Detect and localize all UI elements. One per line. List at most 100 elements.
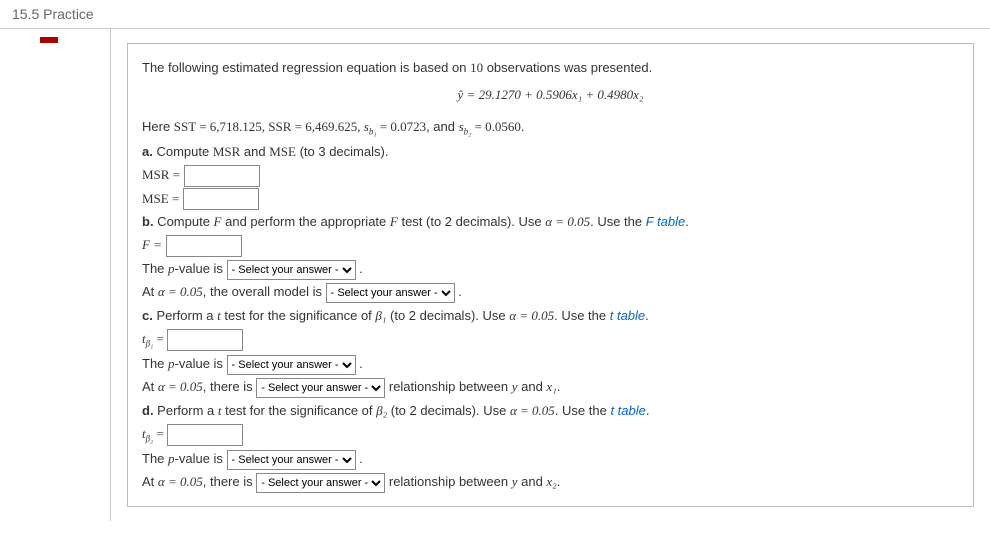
mse-input[interactable] xyxy=(183,188,259,210)
beta2-symbol: β₂ xyxy=(376,403,387,418)
mse-label: MSE = xyxy=(142,191,179,206)
b-conclusion-row: At α = 0.05, the overall model is - Sele… xyxy=(142,280,959,303)
text: Perform a xyxy=(153,308,217,323)
ssr-label: SSR = xyxy=(268,119,305,134)
tab-indicator-icon xyxy=(40,37,58,43)
text: relationship between xyxy=(389,474,512,489)
page-header: 15.5 Practice xyxy=(0,0,990,29)
alpha-value: α = 0.05 xyxy=(158,379,203,394)
text: and xyxy=(518,379,547,394)
tb1-input[interactable] xyxy=(167,329,243,351)
mse-symbol: MSE xyxy=(269,144,296,159)
text: test (to 2 decimals). Use xyxy=(398,214,545,229)
tb2-input[interactable] xyxy=(167,424,243,446)
text: At xyxy=(142,379,158,394)
text: (to 2 decimals). Use xyxy=(386,308,509,323)
text: (to 3 decimals). xyxy=(296,144,388,159)
tb2-row: tβ₂ = xyxy=(142,422,959,447)
ssr-value: 6,469.625 xyxy=(305,119,357,134)
text: = xyxy=(153,331,164,346)
equation-text: ŷ = 29.1270 + 0.5906x₁ + 0.4980x₂ xyxy=(458,87,644,102)
given-values: Here SST = 6,718.125, SSR = 6,469.625, s… xyxy=(142,115,959,140)
text: and xyxy=(240,144,269,159)
text: . xyxy=(646,403,650,418)
text: Here xyxy=(142,119,174,134)
text: = xyxy=(471,119,485,134)
x2-symbol: x₂ xyxy=(546,474,556,489)
alpha-value: α = 0.05 xyxy=(158,284,203,299)
question-panel: The following estimated regression equat… xyxy=(127,43,974,507)
text: The following estimated regression equat… xyxy=(142,60,470,75)
text: Compute xyxy=(153,144,213,159)
d-conclusion-row: At α = 0.05, there is - Select your answ… xyxy=(142,470,959,493)
f-label: F = xyxy=(142,237,162,252)
d-pvalue-row: The p-value is - Select your answer - . xyxy=(142,447,959,470)
text: The xyxy=(142,356,168,371)
text: . xyxy=(557,379,561,394)
f-input[interactable] xyxy=(166,235,242,257)
text: -value is xyxy=(175,356,227,371)
d-pvalue-select[interactable]: - Select your answer - xyxy=(227,450,356,470)
text: , the overall model is xyxy=(203,284,326,299)
alpha-value: α = 0.05 xyxy=(509,308,554,323)
alpha-value: α = 0.05 xyxy=(158,474,203,489)
msr-label: MSR = xyxy=(142,167,180,182)
regression-equation: ŷ = 29.1270 + 0.5906x₁ + 0.4980x₂ xyxy=(142,83,959,106)
part-c-label: c. xyxy=(142,308,153,323)
text: and xyxy=(518,474,547,489)
part-b-question: b. Compute F and perform the appropriate… xyxy=(142,210,959,233)
b-model-select[interactable]: - Select your answer - xyxy=(326,283,455,303)
text: . xyxy=(359,356,363,371)
text: = xyxy=(153,426,164,441)
d-rel-select[interactable]: - Select your answer - xyxy=(256,473,385,493)
text: . Use the xyxy=(590,214,646,229)
text: . xyxy=(359,261,363,276)
text: observations was presented. xyxy=(483,60,652,75)
text: -value is xyxy=(175,451,227,466)
text: test for the significance of xyxy=(221,308,376,323)
b-pvalue-row: The p-value is - Select your answer - . xyxy=(142,257,959,280)
c-pvalue-row: The p-value is - Select your answer - . xyxy=(142,352,959,375)
left-gutter xyxy=(0,29,110,521)
text: -value is xyxy=(175,261,227,276)
t-table-link[interactable]: t table xyxy=(610,308,645,323)
beta1-symbol: β₁ xyxy=(375,308,386,323)
text: The xyxy=(142,451,168,466)
msr-row: MSR = xyxy=(142,163,959,187)
f-table-link[interactable]: F table xyxy=(646,214,686,229)
sb2-value: 0.0560 xyxy=(485,119,521,134)
t-table-link[interactable]: t table xyxy=(610,403,645,418)
text: relationship between xyxy=(389,379,512,394)
msr-input[interactable] xyxy=(184,165,260,187)
text: The xyxy=(142,261,168,276)
sb1-value: 0.0723 xyxy=(390,119,426,134)
text: , and xyxy=(426,119,459,134)
text: , there is xyxy=(203,379,256,394)
text: and perform the appropriate xyxy=(222,214,390,229)
c-pvalue-select[interactable]: - Select your answer - xyxy=(227,355,356,375)
text: . xyxy=(521,119,525,134)
text: . Use the xyxy=(554,308,610,323)
part-c-question: c. Perform a t test for the significance… xyxy=(142,304,959,327)
text: Compute xyxy=(154,214,214,229)
text: . xyxy=(645,308,649,323)
msr-symbol: MSR xyxy=(213,144,240,159)
text: Perform a xyxy=(154,403,218,418)
b-pvalue-select[interactable]: - Select your answer - xyxy=(227,260,356,280)
text: , there is xyxy=(203,474,256,489)
part-a-question: a. Compute MSR and MSE (to 3 decimals). xyxy=(142,140,959,163)
alpha-value: α = 0.05 xyxy=(545,214,590,229)
part-a-label: a. xyxy=(142,144,153,159)
f-row: F = xyxy=(142,233,959,257)
text: . xyxy=(458,284,462,299)
x1-symbol: x₁ xyxy=(546,379,556,394)
mse-row: MSE = xyxy=(142,187,959,211)
text: . xyxy=(557,474,561,489)
text: . xyxy=(685,214,689,229)
tb1-row: tβ₁ = xyxy=(142,327,959,352)
c-rel-select[interactable]: - Select your answer - xyxy=(256,378,385,398)
n-value: 10 xyxy=(470,60,483,75)
part-d-question: d. Perform a t test for the significance… xyxy=(142,399,959,422)
text: (to 2 decimals). Use xyxy=(387,403,510,418)
header-title: 15.5 Practice xyxy=(12,6,94,22)
